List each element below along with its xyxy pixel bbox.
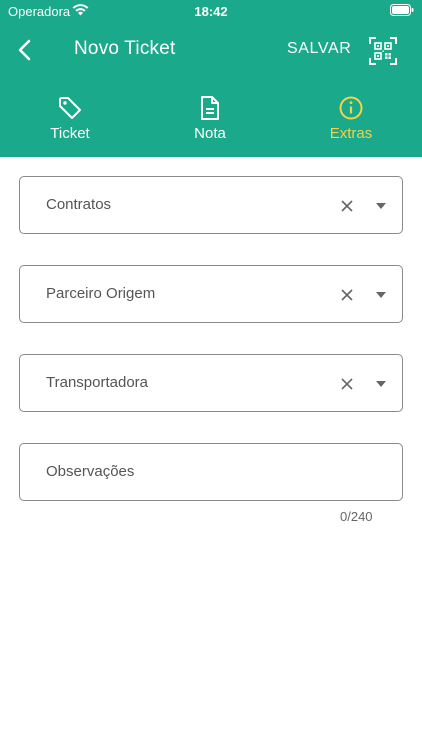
close-icon[interactable] [340,377,354,391]
document-icon [201,96,219,120]
field-label: Observações [46,463,135,480]
back-button[interactable] [10,34,38,66]
observacoes-input[interactable]: Observações [19,443,403,501]
character-counter: 0/240 [340,509,373,524]
app-bar: Novo Ticket SALVAR [0,28,422,72]
battery-icon [390,4,414,16]
field-label: Contratos [46,196,112,213]
caret-down-icon[interactable] [376,292,386,298]
field-label: Transportadora [46,374,148,391]
save-button[interactable]: SALVAR [287,40,351,58]
page-title: Novo Ticket [74,38,176,59]
tab-label: Extras [329,125,373,142]
close-icon[interactable] [340,288,354,302]
tab-label: Nota [194,125,226,142]
status-bar: Operadora 18:42 [0,0,422,22]
parceiro-origem-select[interactable]: Parceiro Origem [19,265,403,323]
tab-bar: Ticket Nota Extras [0,92,422,152]
tab-label: Ticket [50,125,90,142]
tab-ticket[interactable]: Ticket [0,92,140,152]
close-icon[interactable] [340,199,354,213]
field-label: Parceiro Origem [46,285,156,302]
app-header: Operadora 18:42 Novo Ticket SALVAR Ticke… [0,0,422,157]
transportadora-select[interactable]: Transportadora [19,354,403,412]
tab-extras[interactable]: Extras [281,92,421,152]
contratos-select[interactable]: Contratos [19,176,403,234]
qr-scan-icon[interactable] [368,36,398,66]
caret-down-icon[interactable] [376,381,386,387]
tab-nota[interactable]: Nota [140,92,280,152]
tag-icon [59,97,81,119]
chevron-left-icon [18,39,31,61]
info-icon [339,96,363,120]
caret-down-icon[interactable] [376,203,386,209]
status-time: 18:42 [194,4,228,19]
